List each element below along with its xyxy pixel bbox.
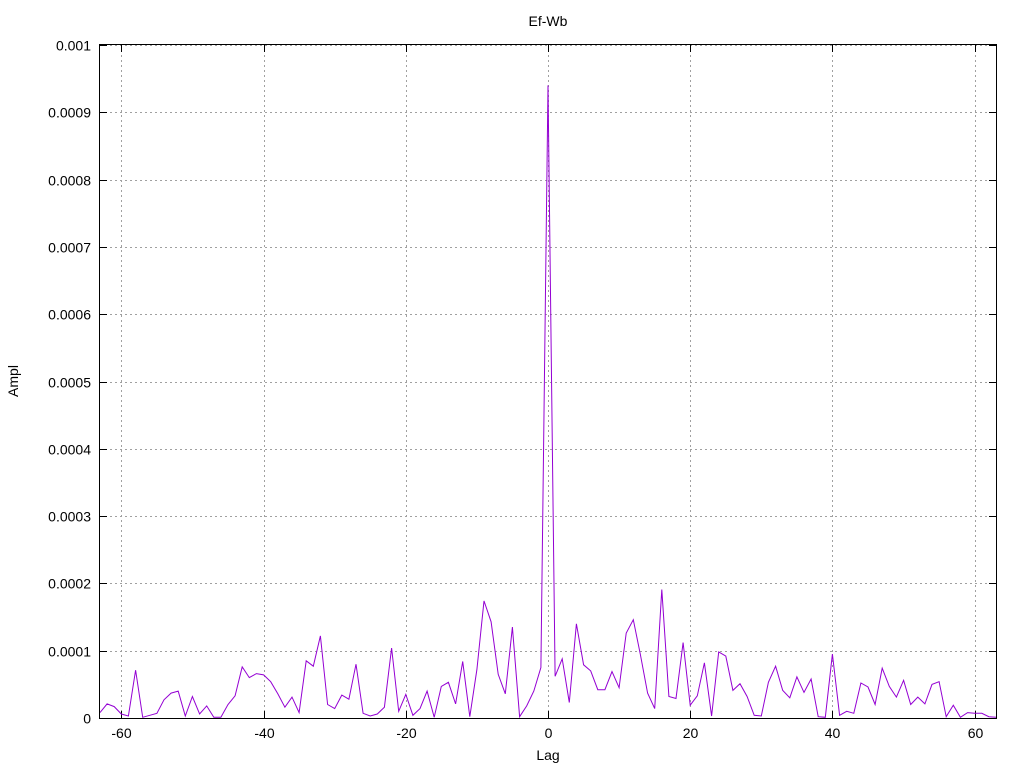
- y-tick-label: 0.0002: [48, 576, 91, 592]
- chart: -60 -40 -20 0 20 40 60 0 0.0001 0.0002 0.0003 0.00…: [5, 13, 997, 763]
- x-axis-label: Lag: [536, 747, 559, 763]
- x-tick-label: -60: [111, 725, 131, 741]
- y-axis-label: Ampl: [5, 365, 21, 397]
- y-tick-label: 0.0006: [48, 307, 91, 323]
- x-tick-labels: -60 -40 -20 0 20 40 60: [111, 725, 983, 741]
- y-tick-label: 0.0005: [48, 375, 91, 391]
- y-tick-labels: 0 0.0001 0.0002 0.0003 0.0004 0.0005 0.0006 0.0…: [48, 38, 91, 727]
- x-tick-label: 40: [825, 725, 841, 741]
- y-tick-label: 0.0001: [48, 644, 91, 660]
- x-tick-label: 20: [683, 725, 699, 741]
- y-tick-label: 0.0004: [48, 442, 91, 458]
- y-tick-label: 0.0003: [48, 509, 91, 525]
- chart-title: Ef-Wb: [529, 13, 568, 29]
- y-tick-label: 0.0009: [48, 105, 91, 121]
- x-tick-label: 0: [545, 725, 553, 741]
- y-tick-label: 0.0008: [48, 173, 91, 189]
- y-tick-label: 0.001: [56, 38, 91, 54]
- grid: [100, 45, 996, 719]
- y-tick-label: 0: [83, 711, 91, 727]
- y-tick-label: 0.0007: [48, 240, 91, 256]
- x-tick-label: -40: [254, 725, 274, 741]
- x-tick-label: 60: [968, 725, 984, 741]
- x-tick-label: -20: [396, 725, 416, 741]
